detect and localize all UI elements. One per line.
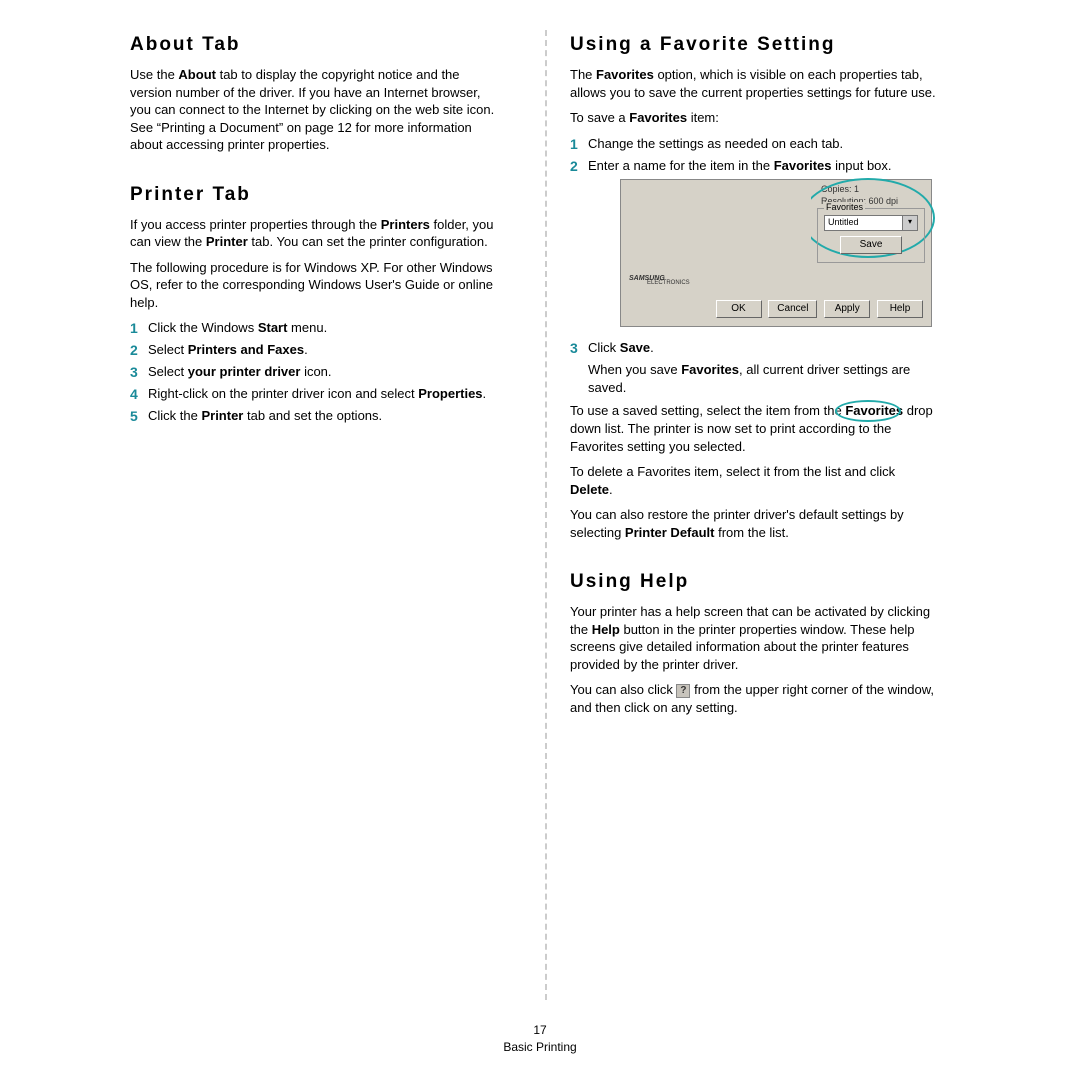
fav-paragraph-default: You can also restore the printer driver'… <box>570 506 940 541</box>
question-mark-icon: ? <box>676 684 690 698</box>
bold-printer-driver: your printer driver <box>188 364 301 379</box>
bold-favorites: Favorites <box>845 403 903 418</box>
favorites-group-label: Favorites <box>824 202 865 212</box>
text: Use the <box>130 67 178 82</box>
step-3: 3 Select your printer driver icon. <box>130 363 500 382</box>
step-2: 2 Select Printers and Faxes. <box>130 341 500 360</box>
bold-printers-faxes: Printers and Faxes <box>188 342 304 357</box>
step-1: 1 Click the Windows Start menu. <box>130 319 500 338</box>
bold-printer-tab: Printer <box>201 408 243 423</box>
printer-paragraph-1: If you access printer properties through… <box>130 216 500 251</box>
fav-paragraph-delete: To delete a Favorites item, select it fr… <box>570 463 940 498</box>
text: from the list. <box>715 525 789 540</box>
favorites-screenshot: SAMSUNG ELECTRONICS Copies: 1 Resolution… <box>620 179 932 327</box>
bold-printers: Printers <box>381 217 430 232</box>
text: menu. <box>287 320 327 335</box>
text: You can also click <box>570 682 676 697</box>
step-number: 1 <box>570 135 588 154</box>
step-number: 2 <box>570 157 588 176</box>
column-divider <box>545 30 547 1000</box>
text: If you access printer properties through… <box>130 217 381 232</box>
text: Right-click on the printer driver icon a… <box>148 386 418 401</box>
step-number: 3 <box>570 339 588 358</box>
step-number: 5 <box>130 407 148 426</box>
fav-paragraph-2: To save a Favorites item: <box>570 109 940 127</box>
heading-using-help: Using Help <box>570 571 940 593</box>
text: To use a saved setting, select the item … <box>570 403 845 418</box>
text: . <box>609 482 613 497</box>
help-paragraph-1: Your printer has a help screen that can … <box>570 603 940 673</box>
text: Click <box>588 340 620 355</box>
page-number: 17 <box>0 1022 1080 1039</box>
page-footer: 17 Basic Printing <box>0 1022 1080 1056</box>
about-paragraph: Use the About tab to display the copyrig… <box>130 66 500 154</box>
printer-paragraph-2: The following procedure is for Windows X… <box>130 259 500 312</box>
chapter-name: Basic Printing <box>0 1039 1080 1056</box>
bold-favorites: Favorites <box>681 362 739 377</box>
text: tab. You can set the printer configurati… <box>248 234 488 249</box>
text: To delete a Favorites item, select it fr… <box>570 464 895 479</box>
fav-step-3-sub: When you save Favorites, all current dri… <box>588 361 940 396</box>
bold-printer: Printer <box>206 234 248 249</box>
text: input box. <box>832 158 892 173</box>
heading-favorite-setting: Using a Favorite Setting <box>570 34 940 56</box>
bold-save: Save <box>620 340 650 355</box>
fav-paragraph-use: To use a saved setting, select the item … <box>570 402 940 455</box>
save-button[interactable]: Save <box>840 236 902 254</box>
fav-step-1: 1 Change the settings as needed on each … <box>570 135 940 154</box>
step-5: 5 Click the Printer tab and set the opti… <box>130 407 500 426</box>
help-paragraph-2: You can also click ? from the upper righ… <box>570 681 940 716</box>
bold-favorites: Favorites <box>596 67 654 82</box>
cancel-button[interactable]: Cancel <box>768 300 817 318</box>
text: Click the Windows <box>148 320 258 335</box>
heading-printer-tab: Printer Tab <box>130 184 500 206</box>
step-number: 1 <box>130 319 148 338</box>
bold-favorites: Favorites <box>629 110 687 125</box>
text: tab and set the options. <box>243 408 382 423</box>
bold-about: About <box>178 67 216 82</box>
fav-paragraph-1: The Favorites option, which is visible o… <box>570 66 940 101</box>
text: Change the settings as needed on each ta… <box>588 135 940 154</box>
step-4: 4 Right-click on the printer driver icon… <box>130 385 500 404</box>
bold-favorites: Favorites <box>774 158 832 173</box>
bold-printer-default: Printer Default <box>625 525 715 540</box>
step-number: 2 <box>130 341 148 360</box>
text: item: <box>687 110 719 125</box>
text: . <box>650 340 654 355</box>
copies-label: Copies: 1 <box>821 184 925 194</box>
favorites-dropdown-button[interactable]: ▾ <box>903 215 918 231</box>
logo-sub: ELECTRONICS <box>647 280 690 286</box>
text: When you save <box>588 362 681 377</box>
favorites-input[interactable]: Untitled <box>824 215 903 231</box>
apply-button[interactable]: Apply <box>824 300 870 318</box>
ok-button[interactable]: OK <box>716 300 762 318</box>
help-button[interactable]: Help <box>877 300 923 318</box>
bold-delete: Delete <box>570 482 609 497</box>
text: . <box>304 342 308 357</box>
samsung-logo: SAMSUNG ELECTRONICS <box>629 275 690 286</box>
text: The <box>570 67 596 82</box>
text: . <box>483 386 487 401</box>
text: button in the printer properties window.… <box>570 622 914 672</box>
bold-help: Help <box>592 622 620 637</box>
step-number: 3 <box>130 363 148 382</box>
fav-step-3: 3 Click Save. <box>570 339 940 358</box>
text: Enter a name for the item in the <box>588 158 774 173</box>
text: Click the <box>148 408 201 423</box>
fav-step-2: 2 Enter a name for the item in the Favor… <box>570 157 940 176</box>
step-number: 4 <box>130 385 148 404</box>
heading-about-tab: About Tab <box>130 34 500 56</box>
bold-start: Start <box>258 320 288 335</box>
text: Select <box>148 342 188 357</box>
text: icon. <box>300 364 331 379</box>
bold-properties: Properties <box>418 386 482 401</box>
text: Select <box>148 364 188 379</box>
text: To save a <box>570 110 629 125</box>
